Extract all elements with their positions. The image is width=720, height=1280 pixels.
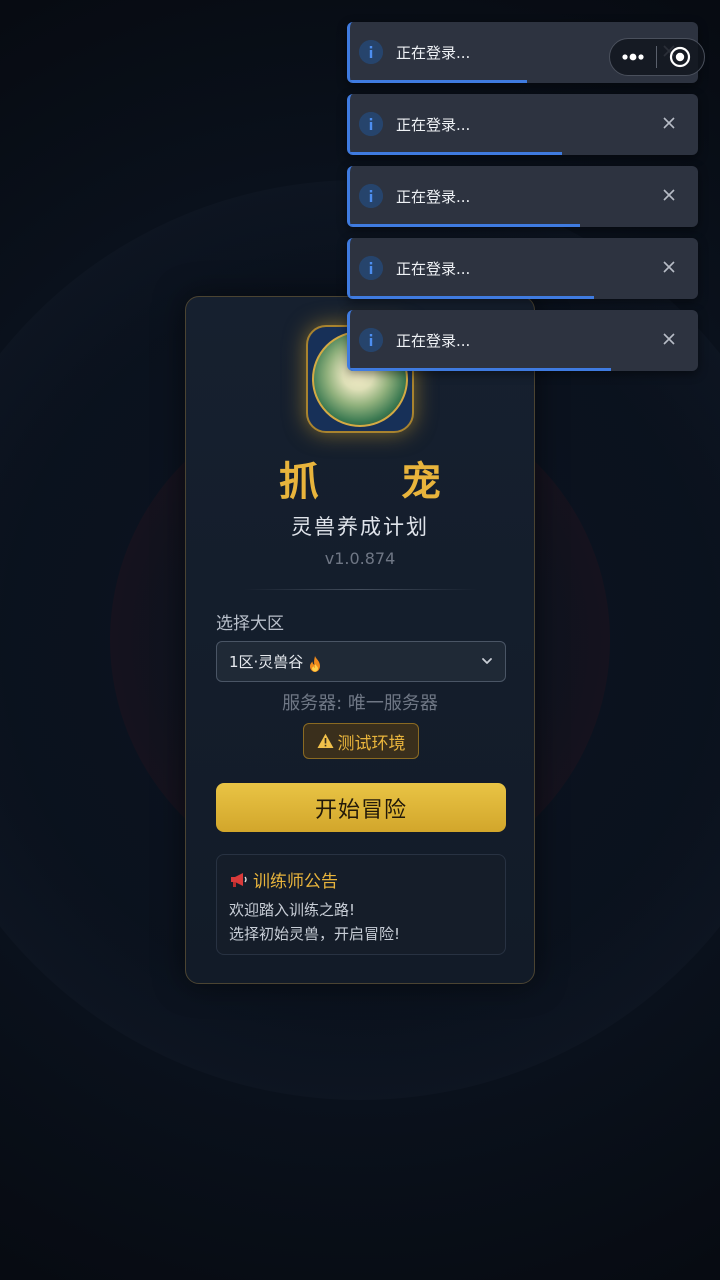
toast-notification: 正在登录...	[347, 166, 698, 227]
app-subtitle: 灵兽养成计划	[291, 515, 429, 539]
toast-message: 正在登录...	[396, 116, 471, 134]
region-select[interactable]: 1区·灵兽谷	[216, 641, 506, 682]
toast-message: 正在登录...	[396, 188, 471, 206]
screen: 抓 宠 灵兽养成计划 v1.0.874 选择大区 1区·灵兽谷 服务器: 唯一服…	[0, 0, 720, 1280]
info-icon	[359, 40, 383, 64]
toast-notification: 正在登录...	[347, 238, 698, 299]
warning-icon	[317, 733, 333, 748]
toast-progress	[350, 368, 611, 371]
start-adventure-button[interactable]: 开始冒险	[216, 783, 506, 832]
close-icon[interactable]	[662, 188, 676, 202]
env-badge-label: 测试环境	[337, 733, 406, 754]
divider	[244, 589, 478, 590]
announcement-header: 训练师公告	[229, 867, 493, 892]
env-badge: 测试环境	[303, 723, 419, 759]
login-card: 抓 宠 灵兽养成计划 v1.0.874 选择大区 1区·灵兽谷 服务器: 唯一服…	[185, 296, 535, 984]
app-version: v1.0.874	[324, 549, 396, 568]
app-title: 抓 宠	[279, 459, 475, 505]
toast-message: 正在登录...	[396, 332, 471, 350]
toast-progress	[350, 224, 580, 227]
toast-message: 正在登录...	[396, 260, 471, 278]
toast-message: 正在登录...	[396, 44, 471, 62]
close-icon[interactable]	[662, 260, 676, 274]
fire-icon	[310, 655, 321, 672]
announcement-title: 训练师公告	[253, 872, 338, 892]
region-label: 选择大区	[216, 614, 284, 634]
toast-notification: 正在登录...	[347, 94, 698, 155]
close-icon[interactable]	[662, 332, 676, 346]
info-icon	[359, 184, 383, 208]
miniprogram-capsule	[609, 38, 705, 76]
toast-progress	[350, 296, 594, 299]
announcement-panel: 训练师公告 欢迎踏入训练之路! 选择初始灵兽，开启冒险!	[216, 854, 506, 955]
region-selected-value: 1区·灵兽谷	[229, 653, 304, 671]
info-icon	[359, 256, 383, 280]
chevron-down-icon	[482, 658, 492, 664]
toast-progress	[350, 80, 528, 83]
announcement-line: 欢迎踏入训练之路!	[229, 901, 356, 919]
more-dots-icon[interactable]	[610, 38, 656, 76]
close-icon[interactable]	[662, 116, 676, 130]
announcement-line: 选择初始灵兽，开启冒险!	[229, 925, 401, 943]
info-icon	[359, 112, 383, 136]
server-info: 服务器: 唯一服务器	[282, 693, 438, 714]
target-icon[interactable]	[657, 38, 705, 76]
toast-progress	[350, 152, 563, 155]
toast-notification: 正在登录...	[347, 310, 698, 371]
megaphone-icon	[231, 872, 247, 887]
info-icon	[359, 328, 383, 352]
